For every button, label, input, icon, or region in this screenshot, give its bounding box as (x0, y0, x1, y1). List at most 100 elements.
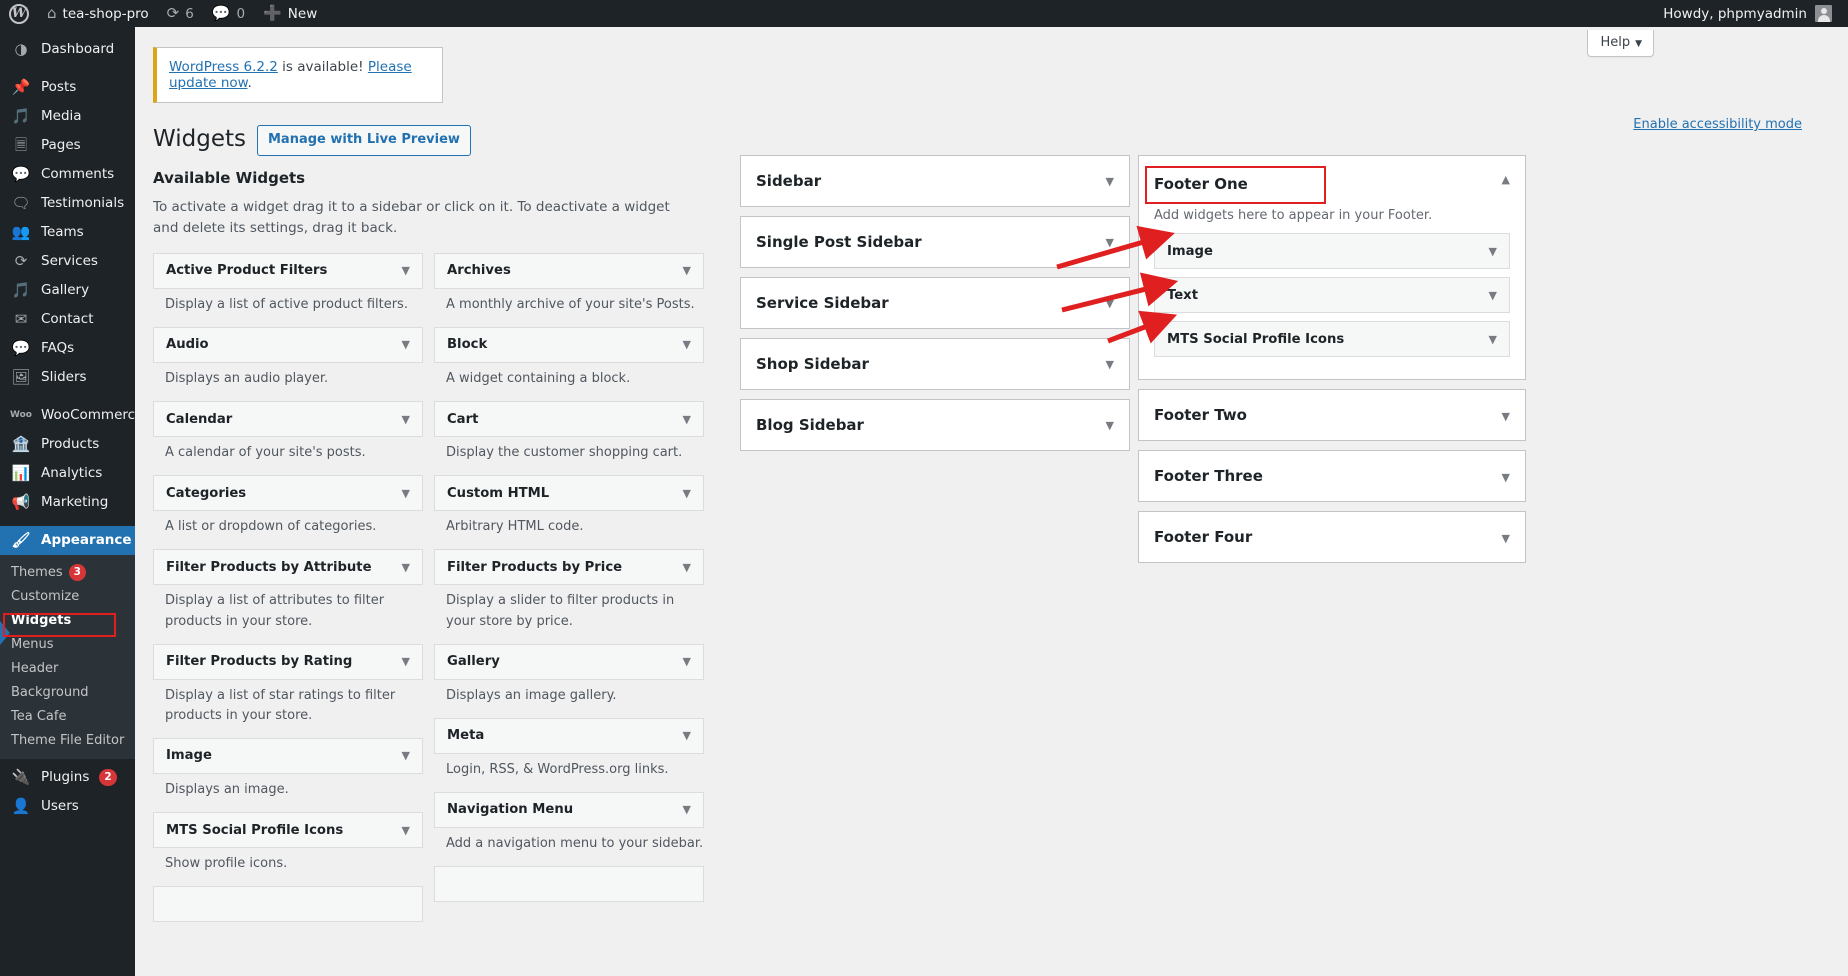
widget-card[interactable]: Calendar ▼ (153, 401, 423, 438)
chevron-down-icon[interactable]: ▼ (1502, 407, 1510, 423)
chevron-down-icon[interactable]: ▼ (683, 487, 691, 500)
sidebar-item-background[interactable]: Background (0, 680, 135, 704)
footer-widget-text[interactable]: Text ▼ (1154, 277, 1510, 313)
sidebar-item-posts[interactable]: 📌 Posts (0, 73, 135, 102)
site-name-menu[interactable]: ⌂ tea-shop-pro (38, 0, 158, 27)
sidebar-item-dashboard[interactable]: ◑ Dashboard (0, 35, 135, 64)
chevron-down-icon[interactable]: ▼ (402, 264, 410, 277)
widget-card[interactable]: Meta ▼ (434, 717, 704, 754)
wordpress-version-link[interactable]: WordPress 6.2.2 (169, 59, 278, 75)
widget-card[interactable]: Cart ▼ (434, 401, 704, 438)
sidebar-item-products[interactable]: 🏦 Products (0, 430, 135, 459)
chevron-down-icon[interactable]: ▼ (1502, 468, 1510, 484)
sidebar-item-analytics[interactable]: 📊 Analytics (0, 459, 135, 488)
sidebar-item-marketing[interactable]: 📢 Marketing (0, 488, 135, 517)
sidebar-item-appearance[interactable]: 🖌 Appearance (0, 526, 135, 555)
chevron-down-icon[interactable]: ▼ (1106, 358, 1114, 371)
sidebar-item-tea-cafe[interactable]: Tea Cafe (0, 704, 135, 728)
widget-card[interactable]: Archives ▼ (434, 252, 704, 289)
collapse-menu-arrow-icon[interactable] (0, 621, 10, 645)
widget-card[interactable]: Active Product Filters ▼ (153, 252, 423, 289)
chevron-down-icon[interactable]: ▼ (402, 749, 410, 762)
chevron-down-icon[interactable]: ▼ (1106, 236, 1114, 249)
widget-card[interactable]: Audio ▼ (153, 326, 423, 363)
chevron-down-icon[interactable]: ▼ (683, 803, 691, 816)
chevron-down-icon[interactable]: ▼ (1502, 529, 1510, 545)
sidebar-item-plugins[interactable]: 🔌 Plugins 2 (0, 763, 135, 792)
chevron-down-icon[interactable]: ▼ (683, 413, 691, 426)
widget-card[interactable]: Filter Products by Price ▼ (434, 549, 704, 586)
themes-update-badge: 3 (68, 563, 86, 581)
account-menu[interactable]: Howdy, phpmyadmin (1655, 0, 1840, 27)
chevron-down-icon[interactable]: ▼ (1489, 245, 1497, 258)
comments-menu[interactable]: 💬 0 (203, 0, 254, 27)
widget-name: Block (447, 337, 488, 353)
sidebar-item-media[interactable]: 🎵 Media (0, 102, 135, 131)
widget-name: Filter Products by Rating (166, 654, 353, 670)
sidebar-item-testimonials[interactable]: 🗨 Testimonials (0, 189, 135, 218)
chevron-down-icon[interactable]: ▼ (683, 655, 691, 668)
chevron-down-icon[interactable]: ▼ (1106, 419, 1114, 432)
sidebar-item-themes[interactable]: Themes 3 (0, 560, 135, 584)
manage-with-live-preview-button[interactable]: Manage with Live Preview (256, 125, 471, 156)
chevron-down-icon[interactable]: ▼ (402, 655, 410, 668)
chevron-down-icon[interactable]: ▼ (1489, 333, 1497, 346)
chevron-down-icon[interactable]: ▼ (683, 264, 691, 277)
chevron-down-icon[interactable]: ▼ (402, 338, 410, 351)
sidebar-panel-single-post-sidebar[interactable]: Single Post Sidebar ▼ (740, 216, 1130, 268)
sidebar-item-header[interactable]: Header (0, 656, 135, 680)
widget-card[interactable]: Gallery ▼ (434, 643, 704, 680)
sidebar-item-users[interactable]: 👤 Users (0, 792, 135, 821)
enable-accessibility-mode-link[interactable]: Enable accessibility mode (1633, 117, 1802, 132)
footer-widget-image[interactable]: Image ▼ (1154, 233, 1510, 269)
sidebar-panel-sidebar[interactable]: Sidebar ▼ (740, 155, 1130, 207)
chevron-down-icon[interactable]: ▼ (1106, 175, 1114, 188)
admin-sidebar-menu: ◑ Dashboard 📌 Posts 🎵 Media 🗏 Pages 💬 Co… (0, 27, 135, 976)
wordpress-logo-menu[interactable]: W (0, 0, 38, 27)
widget-card[interactable]: MTS Social Profile Icons ▼ (153, 812, 423, 849)
footer-panel-footer-four[interactable]: Footer Four ▼ (1138, 511, 1526, 563)
chevron-up-icon[interactable]: ▲ (1502, 170, 1510, 186)
sidebar-item-widgets[interactable]: Widgets (0, 608, 135, 632)
widget-card[interactable] (153, 886, 423, 923)
sidebar-item-services[interactable]: ⟳ Services (0, 247, 135, 276)
chevron-down-icon[interactable]: ▼ (402, 487, 410, 500)
help-tab-button[interactable]: Help ▼ (1587, 30, 1654, 57)
sidebar-item-pages[interactable]: 🗏 Pages (0, 131, 135, 160)
chevron-down-icon[interactable]: ▼ (1489, 289, 1497, 302)
footer-widget-mts-social-profile-icons[interactable]: MTS Social Profile Icons ▼ (1154, 321, 1510, 357)
footer-panel-footer-three[interactable]: Footer Three ▼ (1138, 450, 1526, 502)
sidebar-item-menus[interactable]: Menus (0, 632, 135, 656)
sidebar-item-faqs[interactable]: 💬 FAQs (0, 334, 135, 363)
sidebar-panel-blog-sidebar[interactable]: Blog Sidebar ▼ (740, 399, 1130, 451)
sidebar-item-comments[interactable]: 💬 Comments (0, 160, 135, 189)
sidebar-panel-shop-sidebar[interactable]: Shop Sidebar ▼ (740, 338, 1130, 390)
widget-card[interactable]: Navigation Menu ▼ (434, 791, 704, 828)
sidebar-item-customize[interactable]: Customize (0, 584, 135, 608)
widget-card[interactable]: Categories ▼ (153, 475, 423, 512)
widget-card[interactable]: Filter Products by Rating ▼ (153, 643, 423, 680)
new-content-menu[interactable]: ➕ New (254, 0, 326, 27)
sidebar-item-sliders[interactable]: 🖼 Sliders (0, 363, 135, 392)
widget-card[interactable]: Block ▼ (434, 326, 704, 363)
widget-card[interactable] (434, 866, 704, 903)
chevron-down-icon[interactable]: ▼ (683, 561, 691, 574)
chevron-down-icon[interactable]: ▼ (402, 413, 410, 426)
chevron-down-icon[interactable]: ▼ (683, 338, 691, 351)
chevron-down-icon[interactable]: ▼ (402, 561, 410, 574)
widget-card[interactable]: Image ▼ (153, 737, 423, 774)
chevron-down-icon[interactable]: ▼ (402, 824, 410, 837)
chevron-down-icon[interactable]: ▼ (1106, 297, 1114, 310)
sidebar-item-woocommerce[interactable]: Woo WooCommerce (0, 401, 135, 430)
chevron-down-icon[interactable]: ▼ (683, 729, 691, 742)
sidebar-item-teams[interactable]: 👥 Teams (0, 218, 135, 247)
footer-panel-footer-two[interactable]: Footer Two ▼ (1138, 389, 1526, 441)
widget-card[interactable]: Custom HTML ▼ (434, 475, 704, 512)
sidebar-panel-service-sidebar[interactable]: Service Sidebar ▼ (740, 277, 1130, 329)
sidebar-item-theme-file-editor[interactable]: Theme File Editor (0, 728, 135, 752)
sidebar-item-contact[interactable]: ✉ Contact (0, 305, 135, 334)
sidebar-item-gallery[interactable]: 🎵 Gallery (0, 276, 135, 305)
widget-card[interactable]: Filter Products by Attribute ▼ (153, 549, 423, 586)
updates-menu[interactable]: ⟳ 6 (158, 0, 203, 27)
footer-panel-footer-one[interactable]: Footer One ▲ Add widgets here to appear … (1138, 155, 1526, 380)
